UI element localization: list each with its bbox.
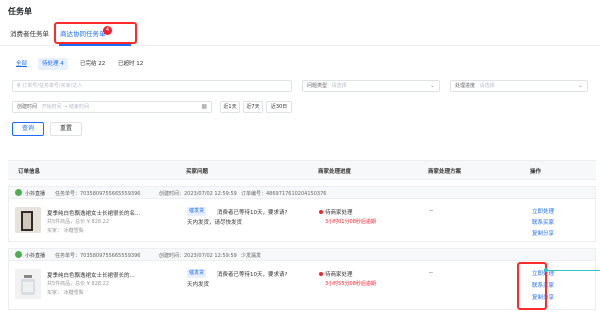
progress-select[interactable]: 处理进度 请选择 ⌄ <box>450 80 588 92</box>
header-order-info: 订单信息 <box>18 169 41 175</box>
quick-date-30d[interactable]: 近30日 <box>266 101 292 113</box>
shop-name: 小抖直播 <box>25 191 46 197</box>
table-header: 订单信息 买家问题 商家处理进度 商家处理方案 操作 <box>8 160 596 180</box>
plan-text: -- <box>429 270 433 276</box>
shop-name: 小抖直播 <box>25 253 46 259</box>
shop-avatar-icon <box>15 251 22 258</box>
order-header: 小抖直播 任务单号：7035809755665559396 创建时间：2023/… <box>9 249 595 261</box>
status-text: 待商家处理 <box>325 210 353 216</box>
filter-done[interactable]: 已完结 22 <box>76 58 109 70</box>
created-time: 创建时间：2023/07/02 12:59:59 <box>159 253 237 259</box>
problem-subtext: 天内发货 <box>187 282 210 288</box>
filter-pending[interactable]: 待处理 4 <box>38 58 68 70</box>
product-meta: 共5件商品，总价 ¥ 828.22 <box>47 219 110 225</box>
buyer-name: 买家： 冰糖雪梨 <box>47 228 84 234</box>
search-icon: ⚲ <box>17 83 21 89</box>
product-meta: 共5件商品，总价 ¥ 828.22 <box>47 281 110 287</box>
task-id: 任务单号：7035809755665559396 <box>55 191 141 197</box>
highlight-box-tab <box>54 22 137 44</box>
created-time: 创建时间：2023/07/02 12:59:59 <box>159 191 237 197</box>
plan-text: -- <box>429 208 433 214</box>
process-now-link[interactable]: 立即处理 <box>532 207 554 215</box>
page-title: 任务单 <box>8 7 32 16</box>
header-buyer-problem: 买家问题 <box>186 169 209 175</box>
query-button[interactable]: 查询 <box>12 122 44 136</box>
problem-text: 消费者已等待10天，要求请? <box>217 210 288 216</box>
problem-tag: 催发货 <box>187 207 207 216</box>
tab-consumer[interactable]: 消费者任务单 <box>10 28 49 38</box>
quick-date-1d[interactable]: 近1天 <box>220 101 240 113</box>
order-header: 小抖直播 任务单号：7035809755665559396 创建时间：2023/… <box>9 187 595 199</box>
order-id: 少发漏发 <box>241 253 262 259</box>
header-actions: 操作 <box>530 169 542 175</box>
problem-text: 消费者已等待10天，要求请? <box>217 272 288 278</box>
tab-active-indicator <box>59 44 131 46</box>
quick-date-7d[interactable]: 近7天 <box>243 101 263 113</box>
product-thumbnail[interactable] <box>15 207 41 233</box>
filter-timeout[interactable]: 已超时 12 <box>114 58 147 70</box>
filter-all[interactable]: 全部 <box>12 58 31 70</box>
countdown-text: 3小时01分08秒后逾期 <box>325 219 376 225</box>
chevron-down-icon: ⌄ <box>429 82 435 89</box>
date-range-picker[interactable]: 创建时间 开始时间 → 结束时间 ▦ <box>12 101 212 113</box>
problem-subtext: 天内发货，请尽快发货 <box>187 220 243 226</box>
chevron-down-icon: ⌄ <box>577 82 583 89</box>
buyer-name: 买家： 冰糖雪梨 <box>47 290 84 296</box>
task-id: 任务单号：7035809755665559396 <box>55 253 141 259</box>
calendar-icon: ▦ <box>201 103 207 110</box>
countdown-text: 3小时55分08秒后逾期 <box>325 281 376 287</box>
product-title[interactable]: 夏季纯白色飘逸裙女士长裙很长的名... <box>47 209 140 217</box>
search-input[interactable]: ⚲ 订单号/任务单号/买家/达人 <box>12 80 292 92</box>
problem-type-select[interactable]: 问题类型 请选择 ⌄ <box>302 80 440 92</box>
problem-tag: 催发货 <box>187 269 207 278</box>
order-card: 小抖直播 任务单号：7035809755665559396 创建时间：2023/… <box>8 248 596 310</box>
order-card: 小抖直播 任务单号：7035809755665559396 创建时间：2023/… <box>8 186 596 242</box>
status-text: 待商家处理 <box>325 272 353 278</box>
highlight-box-actions <box>517 262 547 310</box>
annotation-line <box>545 270 600 271</box>
header-merchant-progress: 商家处理进度 <box>318 169 352 175</box>
status-dot <box>319 210 323 214</box>
header-merchant-plan: 商家处理方案 <box>428 169 462 175</box>
shop-avatar-icon <box>15 189 22 196</box>
order-id: 订单编号：4869717610204150376 <box>241 191 327 197</box>
reset-button[interactable]: 重置 <box>50 122 82 136</box>
product-title[interactable]: 夏季纯白色飘逸裙女士长裙很长的... <box>47 271 135 279</box>
copy-share-link[interactable]: 复制分享 <box>532 229 554 237</box>
product-thumbnail[interactable] <box>15 269 41 299</box>
contact-buyer-link[interactable]: 联系买家 <box>532 218 554 226</box>
status-dot <box>319 272 323 276</box>
